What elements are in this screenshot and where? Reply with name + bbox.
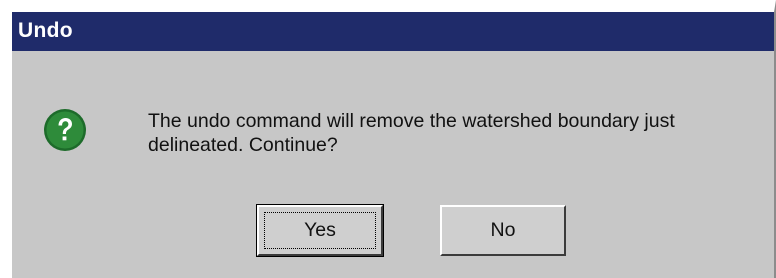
yes-button[interactable]: Yes bbox=[256, 204, 384, 257]
no-button[interactable]: No bbox=[440, 205, 566, 256]
window-title: Undo bbox=[18, 19, 73, 42]
message-text: The undo command will remove the watersh… bbox=[148, 110, 675, 156]
question-icon bbox=[43, 108, 87, 152]
title-bar[interactable]: Undo bbox=[12, 12, 774, 51]
undo-dialog: Undo The undo command will remove the wa… bbox=[0, 0, 776, 278]
yes-button-label: Yes bbox=[264, 212, 376, 249]
